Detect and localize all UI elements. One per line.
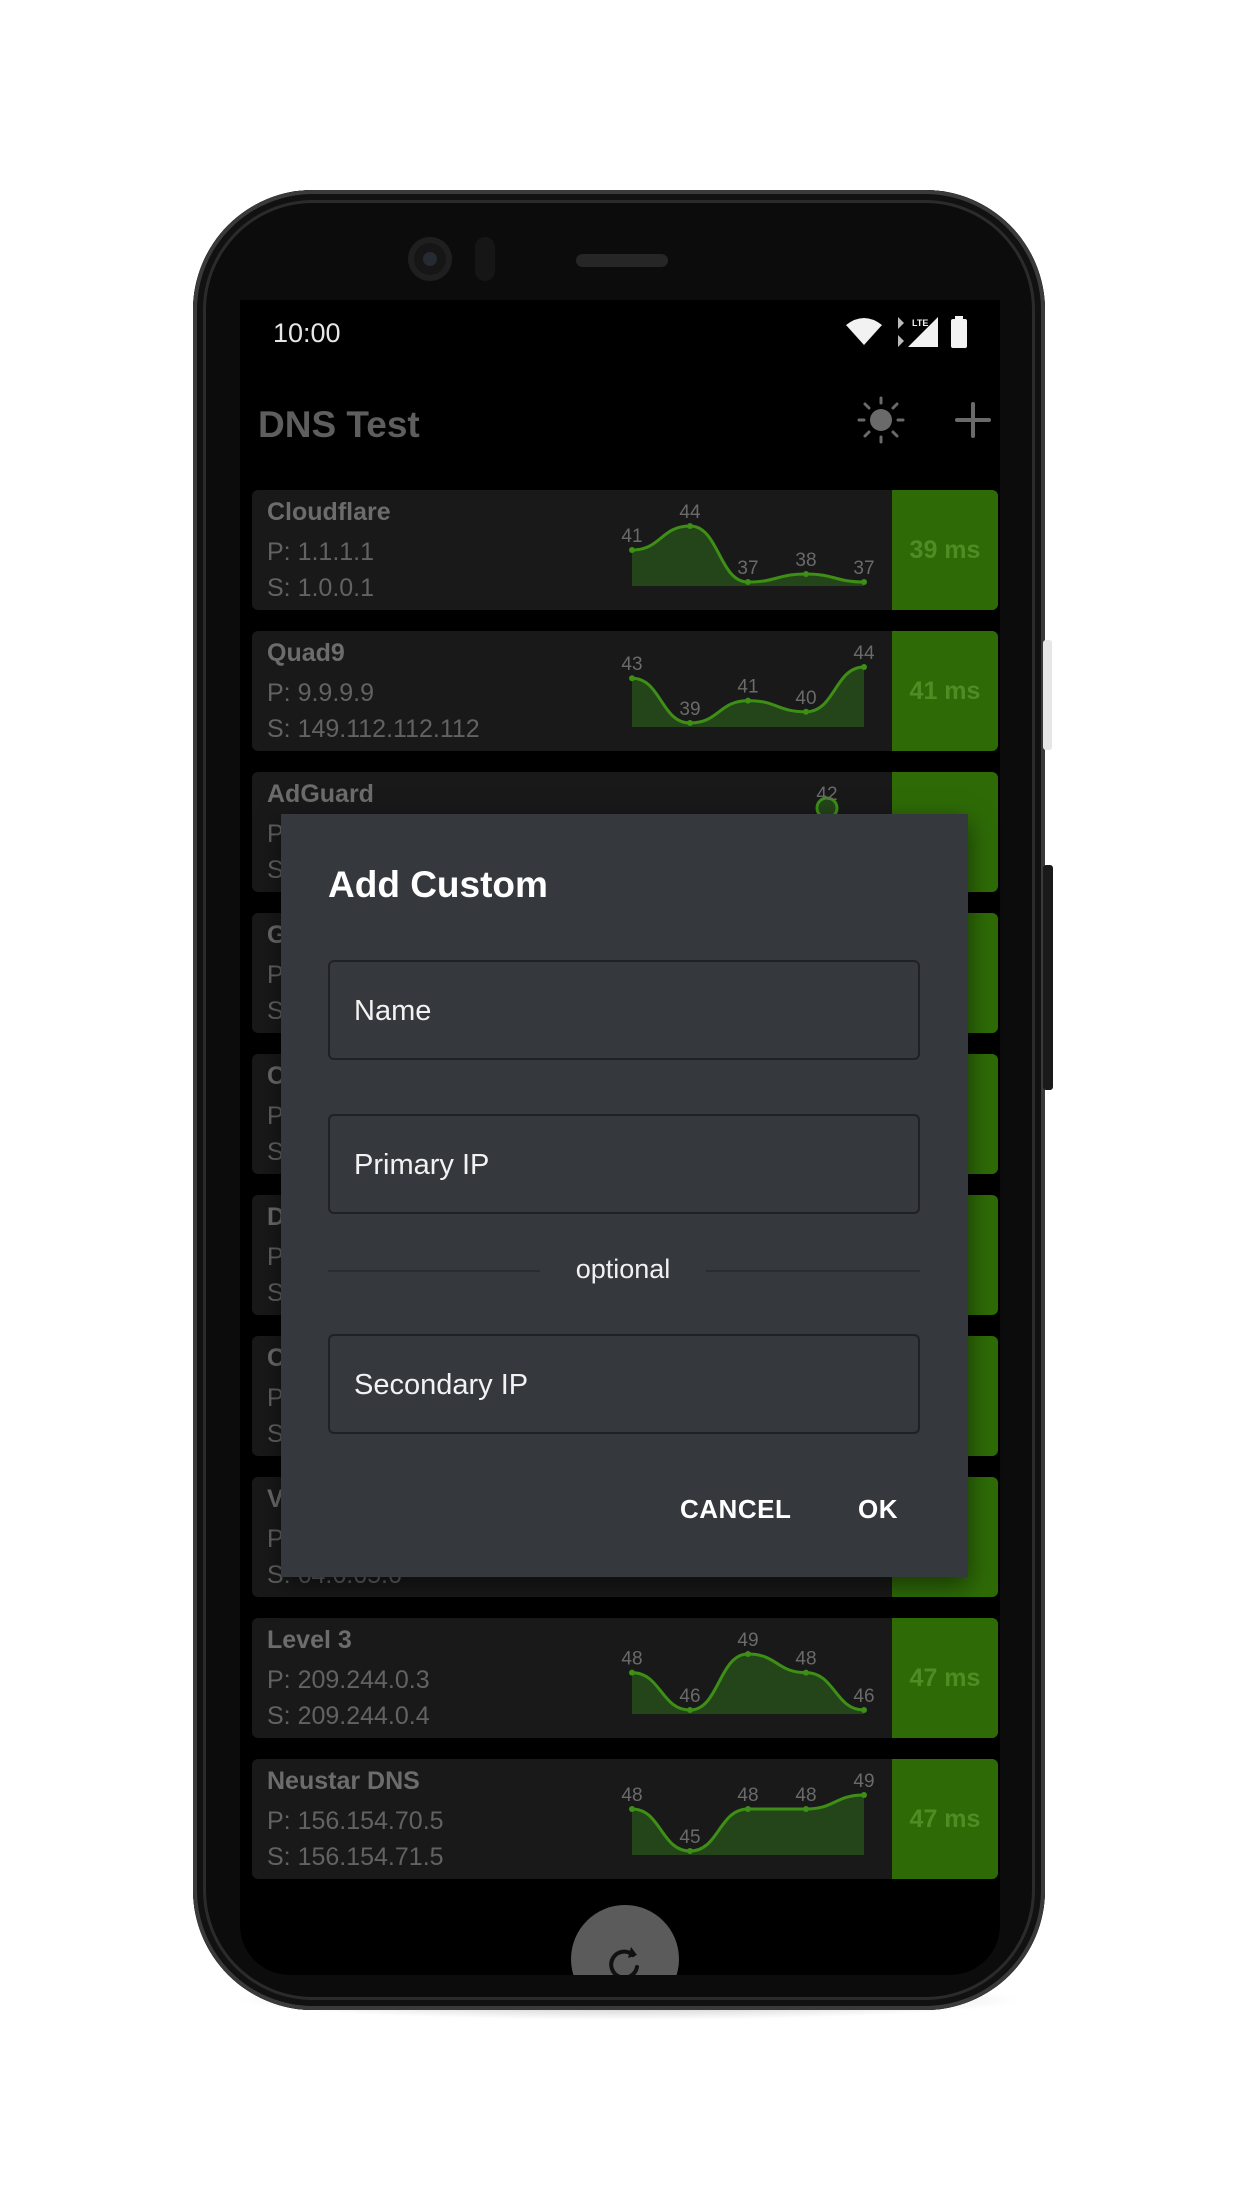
chart-point-label: 48 xyxy=(621,1649,642,1670)
dialog-title: Add Custom xyxy=(328,864,548,905)
optional-label: optional xyxy=(575,1254,671,1284)
earpiece-speaker xyxy=(576,254,668,267)
chart-point xyxy=(629,1806,635,1812)
dns-server-row[interactable]: Cloudflare P: 1.1.1.1 S: 1.0.0.1 41 44 37 3… xyxy=(252,490,998,610)
battery-icon xyxy=(951,316,967,348)
status-bar: 10:00 LTE xyxy=(240,300,1000,366)
chart-point xyxy=(687,1707,693,1713)
chart-point-label: 40 xyxy=(795,688,816,709)
chart-point xyxy=(687,523,693,529)
plus-icon[interactable] xyxy=(953,400,993,440)
chart-point-label: 39 xyxy=(679,699,700,720)
secondary-ip-field[interactable] xyxy=(352,1336,906,1434)
chart-point-label: 42 xyxy=(816,784,837,805)
chart-point xyxy=(803,708,809,715)
app-title: DNS Test xyxy=(258,404,420,445)
brightness-icon[interactable] xyxy=(857,396,905,444)
dns-server-name: Neustar DNS xyxy=(267,1767,420,1795)
secondary-ip-field-container xyxy=(328,1334,920,1434)
chart-point-label: 46 xyxy=(679,1686,700,1707)
chart-point-label: 48 xyxy=(621,1785,642,1806)
chart-point-label: 41 xyxy=(737,677,758,698)
name-field[interactable] xyxy=(352,962,906,1060)
chart-point xyxy=(803,1669,809,1676)
dns-secondary-ip: S: 149.112.112.112 xyxy=(267,715,480,743)
chart-point xyxy=(745,1806,751,1812)
latency-badge: 47 ms xyxy=(892,1759,998,1879)
network-type-label: LTE xyxy=(912,318,928,328)
latency-badge: 41 ms xyxy=(892,631,998,751)
dns-server-row[interactable]: Quad9 P: 9.9.9.9 S: 149.112.112.112 43 39… xyxy=(252,631,998,751)
chart-point-label: 45 xyxy=(679,1827,700,1848)
latency-badge: 47 ms xyxy=(892,1618,998,1738)
chart-point-label: 44 xyxy=(853,643,875,664)
chart-point xyxy=(861,579,867,585)
chart-point-label: 48 xyxy=(737,1785,758,1806)
chart-point-label: 46 xyxy=(853,1686,874,1707)
refresh-icon xyxy=(609,1947,639,1975)
divider-left xyxy=(328,1270,540,1272)
latency-badge: 39 ms xyxy=(892,490,998,610)
latency-history-chart: 48 46 49 48 46 xyxy=(621,1630,875,1714)
chart-point-label: 37 xyxy=(853,558,874,579)
dns-server-name: AdGuard xyxy=(267,780,374,808)
dns-primary-ip: P: 1.1.1.1 xyxy=(267,538,375,566)
chart-point xyxy=(861,1792,867,1798)
dns-server-row[interactable]: Level 3 P: 209.244.0.3 S: 209.244.0.4 48… xyxy=(252,1618,998,1738)
status-time: 10:00 xyxy=(273,318,341,348)
chart-point-label: 37 xyxy=(737,558,758,579)
primary-ip-field-container xyxy=(328,1114,920,1214)
divider-right xyxy=(706,1270,920,1272)
chart-point-label: 48 xyxy=(795,1649,816,1670)
chart-point xyxy=(861,664,867,670)
proximity-sensor xyxy=(475,237,495,281)
chart-point xyxy=(687,1848,693,1854)
refresh-button[interactable] xyxy=(571,1905,679,1975)
dns-secondary-ip: S: 209.244.0.4 xyxy=(267,1702,430,1730)
dns-primary-ip: P: 9.9.9.9 xyxy=(267,679,375,707)
dns-server-name: Quad9 xyxy=(267,639,345,667)
app-toolbar: DNS Test xyxy=(240,378,1000,478)
latency-history-chart: 41 44 37 38 37 xyxy=(621,502,875,586)
volume-button xyxy=(1043,865,1053,1090)
chart-point xyxy=(745,697,751,704)
dns-primary-ip: P: 209.244.0.3 xyxy=(267,1666,430,1694)
chart-point-label: 49 xyxy=(737,1630,758,1651)
chart-point-label: 49 xyxy=(853,1771,874,1792)
add-custom-dialog: Add Custom optional CANCEL OK xyxy=(281,814,968,1577)
chart-point xyxy=(803,1806,809,1812)
dns-server-row[interactable]: Neustar DNS P: 156.154.70.5 S: 156.154.7… xyxy=(252,1759,998,1879)
dns-secondary-ip: S: 156.154.71.5 xyxy=(267,1843,444,1871)
cell-signal-icon: LTE xyxy=(898,317,938,347)
ok-button[interactable]: OK xyxy=(858,1494,898,1525)
chart-point-label: 43 xyxy=(621,654,642,675)
status-icons: LTE xyxy=(844,314,968,350)
chart-point xyxy=(629,1669,635,1676)
chart-point-label: 38 xyxy=(795,550,816,571)
latency-history-chart: 43 39 41 40 44 xyxy=(621,643,875,727)
dns-server-name: Level 3 xyxy=(267,1626,352,1654)
chart-point xyxy=(745,1651,751,1657)
chart-point-label: 41 xyxy=(621,526,642,547)
latency-history-chart: 48 45 48 48 49 xyxy=(621,1771,875,1855)
primary-ip-field[interactable] xyxy=(352,1116,906,1214)
dns-server-name: Cloudflare xyxy=(267,498,391,526)
chart-point xyxy=(745,579,751,585)
chart-point xyxy=(629,547,635,553)
chart-point xyxy=(687,720,693,726)
wifi-icon xyxy=(846,318,882,345)
chart-point-label: 48 xyxy=(795,1785,816,1806)
chart-point xyxy=(861,1707,867,1713)
name-field-container xyxy=(328,960,920,1060)
power-button xyxy=(1043,640,1052,750)
cancel-button[interactable]: CANCEL xyxy=(680,1494,791,1525)
chart-point-label: 44 xyxy=(679,502,701,523)
front-camera xyxy=(408,237,452,281)
chart-point xyxy=(803,571,809,577)
dns-secondary-ip: S: 1.0.0.1 xyxy=(267,574,375,602)
chart-point xyxy=(629,675,635,682)
dns-primary-ip: P: 156.154.70.5 xyxy=(267,1807,444,1835)
